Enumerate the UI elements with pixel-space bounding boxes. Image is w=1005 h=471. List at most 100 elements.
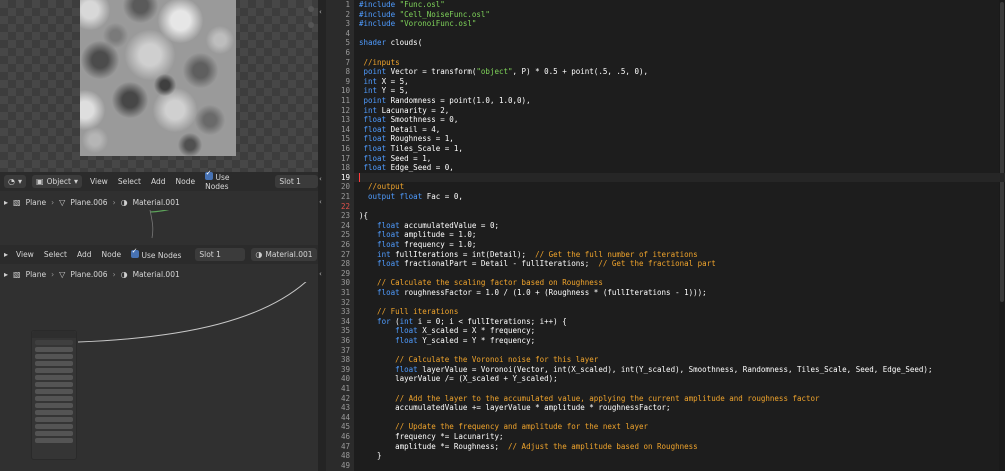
code-line[interactable]: accumulatedValue += layerValue * amplitu… [359, 403, 670, 413]
code-token-keyword: #include [359, 0, 400, 9]
menu-select[interactable]: Select [116, 177, 143, 186]
script-node[interactable] [31, 330, 77, 460]
line-number: 12 [340, 105, 350, 115]
node-field[interactable] [35, 347, 73, 352]
code-line[interactable]: int X = 5, [359, 77, 409, 87]
code-line[interactable]: point Randomness = point(1.0, 1.0,0), [359, 96, 531, 106]
code-line[interactable]: #include "Cell_NoiseFunc.osl" [359, 10, 490, 20]
code-line[interactable]: float fractionalPart = Detail - fullIter… [359, 259, 716, 269]
line-number: 13 [340, 115, 350, 125]
menu-select[interactable]: Select [42, 250, 69, 259]
node-field[interactable] [35, 438, 73, 443]
code-line[interactable]: shader clouds( [359, 38, 422, 48]
code-line[interactable]: #include "Func.osl" [359, 0, 445, 10]
slot-dropdown[interactable]: Slot 1 [195, 248, 246, 261]
pin-icon[interactable]: ▸ [4, 198, 8, 207]
code-line[interactable]: //inputs [359, 58, 400, 68]
code-line[interactable]: ){ [359, 211, 368, 221]
code-line[interactable]: int Lacunarity = 2, [359, 105, 450, 116]
node-field[interactable] [35, 431, 73, 436]
code-token-type: float [359, 134, 391, 144]
menu-view[interactable]: View [14, 250, 36, 259]
use-nodes-toggle[interactable]: Use Nodes [129, 247, 183, 260]
code-line[interactable]: //output [359, 182, 404, 192]
node-field[interactable] [35, 424, 73, 429]
code-token-string: "VoronoiFunc.osl" [399, 19, 477, 29]
code-line[interactable]: int Y = 5, [359, 86, 409, 96]
code-line[interactable]: layerValue /= (X_scaled + Y_scaled); [359, 374, 558, 384]
code-token-plain: X = 5, [381, 76, 409, 86]
editor-type-dropdown[interactable]: ◔ ▾ [4, 175, 26, 188]
code-line[interactable]: // Add the layer to the accumulated valu… [359, 394, 819, 404]
viewport-preview[interactable] [0, 0, 318, 172]
menu-node[interactable]: Node [174, 177, 198, 186]
pin-icon[interactable]: ▸ [4, 270, 8, 279]
node-editor-1-header: ◔▾ ▣Object▾ View Select Add Node Use Nod… [0, 169, 318, 191]
line-number: 48 [340, 451, 350, 461]
code-token-plain: Lacunarity = 2, [381, 105, 450, 115]
code-line[interactable]: float Smoothness = 0, [359, 115, 459, 125]
code-line[interactable]: // Full iterations [359, 307, 458, 317]
code-line[interactable]: float Y_scaled = Y * frequency; [359, 336, 535, 346]
code-token-type: int [359, 249, 396, 259]
node-field[interactable] [35, 382, 73, 387]
code-line[interactable]: // Calculate the scaling factor based on… [359, 278, 603, 288]
node-field[interactable] [35, 361, 73, 366]
node-field[interactable] [35, 368, 73, 373]
scrollbar-thumb[interactable] [1000, 2, 1004, 302]
cloud-noise-blob [182, 52, 218, 88]
code-line[interactable]: float Roughness = 1, [359, 134, 454, 144]
node-canvas-1[interactable] [0, 203, 318, 246]
use-nodes-label: Use Nodes [141, 250, 182, 260]
editor-scrollbar[interactable] [999, 0, 1005, 471]
code-editor[interactable]: #include "Func.osl" #include "Cell_NoiseF… [354, 0, 1005, 471]
code-line[interactable]: float amplitude = 1.0; [359, 230, 476, 240]
code-line[interactable]: #include "VoronoiFunc.osl" [359, 19, 476, 29]
code-line[interactable]: // Calculate the Voronoi noise for this … [359, 355, 598, 365]
code-token-plain: ){ [359, 211, 369, 221]
code-line[interactable]: float X_scaled = X * frequency; [359, 326, 535, 336]
node-field[interactable] [35, 410, 73, 415]
code-line[interactable]: output float Fac = 0, [359, 192, 463, 202]
collapse-arrow-icon[interactable]: ‹ [319, 270, 322, 278]
material-dropdown[interactable]: ◑ Material.001 [251, 248, 317, 261]
node-field[interactable] [35, 389, 73, 394]
slot-dropdown[interactable]: Slot 1 [275, 175, 318, 188]
code-line[interactable]: amplitude *= Roughness; // Adjust the am… [359, 442, 698, 452]
code-line[interactable]: point Vector = transform("object", P) * … [359, 67, 649, 77]
node-field[interactable] [35, 375, 73, 380]
code-line[interactable]: } [359, 451, 382, 461]
code-line[interactable]: float Tiles_Scale = 1, [359, 144, 463, 154]
code-line[interactable]: float layerValue = Voronoi(Vector, int(X… [359, 365, 932, 375]
code-line[interactable]: float Edge_Seed = 0, [359, 163, 454, 173]
menu-add[interactable]: Add [75, 250, 94, 259]
collapse-arrow-icon[interactable]: ‹ [319, 8, 322, 16]
line-number: 15 [340, 134, 350, 144]
use-nodes-toggle[interactable]: Use Nodes [203, 169, 255, 191]
code-line[interactable]: float accumulatedValue = 0; [359, 221, 499, 231]
collapse-arrow-icon[interactable]: ‹ [319, 198, 322, 206]
line-number: 32 [340, 297, 350, 307]
code-line[interactable]: float frequency = 1.0; [359, 240, 476, 250]
node-field[interactable] [35, 396, 73, 401]
current-line-highlight [354, 172, 1005, 183]
node-field[interactable] [35, 403, 73, 408]
menu-add[interactable]: Add [149, 177, 168, 186]
mode-dropdown[interactable]: ▣ Object ▾ [32, 175, 83, 188]
code-line[interactable]: float Detail = 4, [359, 125, 441, 135]
menu-view[interactable]: View [88, 177, 110, 186]
code-line[interactable]: frequency *= Lacunarity; [359, 432, 503, 442]
node-field[interactable] [35, 354, 73, 359]
code-line[interactable]: float Seed = 1, [359, 154, 432, 164]
area-divider[interactable]: ‹ ‹ ‹ ‹ [318, 0, 326, 471]
node-field[interactable] [35, 417, 73, 422]
code-line[interactable]: float roughnessFactor = 1.0 / (1.0 + (Ro… [359, 288, 707, 298]
viewport-gizmo[interactable] [308, 6, 316, 66]
left-area: ◔▾ ▣Object▾ View Select Add Node Use Nod… [0, 0, 318, 471]
collapse-icon[interactable]: ▸ [4, 250, 8, 259]
code-line[interactable]: // Update the frequency and amplitude fo… [359, 422, 648, 432]
code-line[interactable]: int fullIterations = int(Detail); // Get… [359, 250, 698, 260]
collapse-arrow-icon[interactable]: ‹ [319, 175, 322, 183]
menu-node[interactable]: Node [100, 250, 124, 259]
code-line[interactable]: for (int i = 0; i < fullIterations; i++)… [359, 317, 567, 327]
